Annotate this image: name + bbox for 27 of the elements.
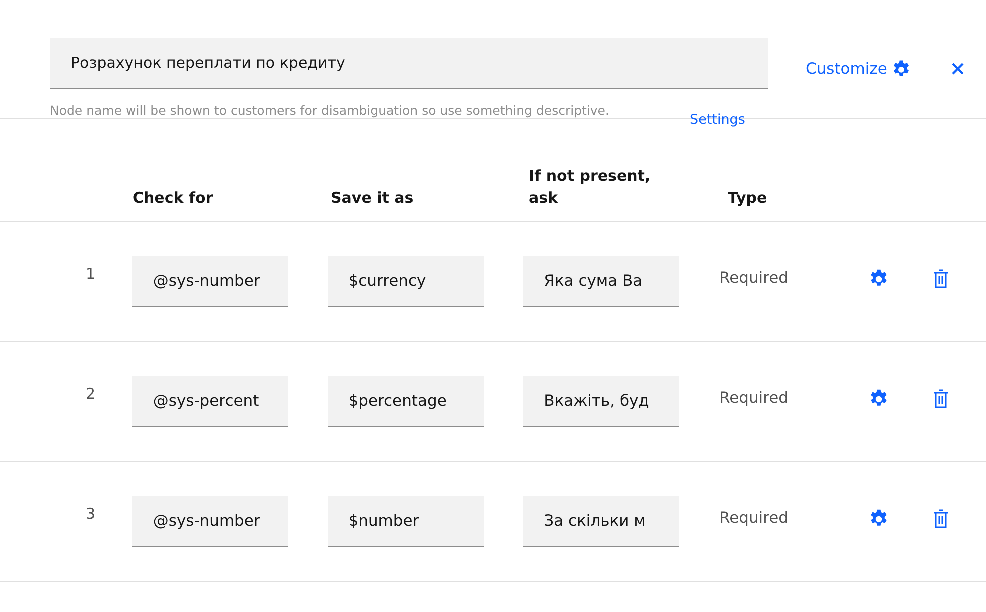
- input-field[interactable]: @sys-number: [132, 256, 288, 307]
- column-header: Type: [728, 188, 768, 209]
- input-field[interactable]: @sys-number: [132, 496, 288, 547]
- trash-icon[interactable]: [932, 508, 949, 528]
- node-name-field[interactable]: Розрахунок переплати по кредиту: [50, 38, 768, 89]
- input-field[interactable]: @sys-percent: [132, 376, 288, 427]
- input-field[interactable]: $currency: [328, 256, 484, 307]
- input-field[interactable]: Яка сума Ва: [523, 256, 680, 307]
- row-number: 1: [86, 264, 96, 282]
- type-label: Required: [720, 509, 789, 527]
- customize-button[interactable]: Customize: [806, 58, 912, 80]
- column-header: If not present, ask: [529, 166, 652, 209]
- row-number: 3: [86, 504, 96, 522]
- row-number: 2: [86, 384, 96, 402]
- type-label: Required: [720, 269, 789, 287]
- input-field[interactable]: Вкажіть, буд: [523, 376, 680, 427]
- close-icon[interactable]: [952, 63, 964, 75]
- helper-text: Node name will be shown to customers for disambiguation so use something descriptive.: [50, 102, 610, 120]
- trash-icon[interactable]: [932, 388, 949, 408]
- column-header: Check for: [133, 188, 214, 209]
- settings-link[interactable]: Settings: [690, 112, 746, 128]
- trash-icon[interactable]: [932, 268, 949, 288]
- type-label: Required: [720, 389, 789, 407]
- input-field[interactable]: За скільки м: [523, 496, 680, 547]
- input-field[interactable]: $percentage: [328, 376, 484, 427]
- input-field[interactable]: $number: [328, 496, 484, 547]
- column-header: Save it as: [331, 188, 415, 209]
